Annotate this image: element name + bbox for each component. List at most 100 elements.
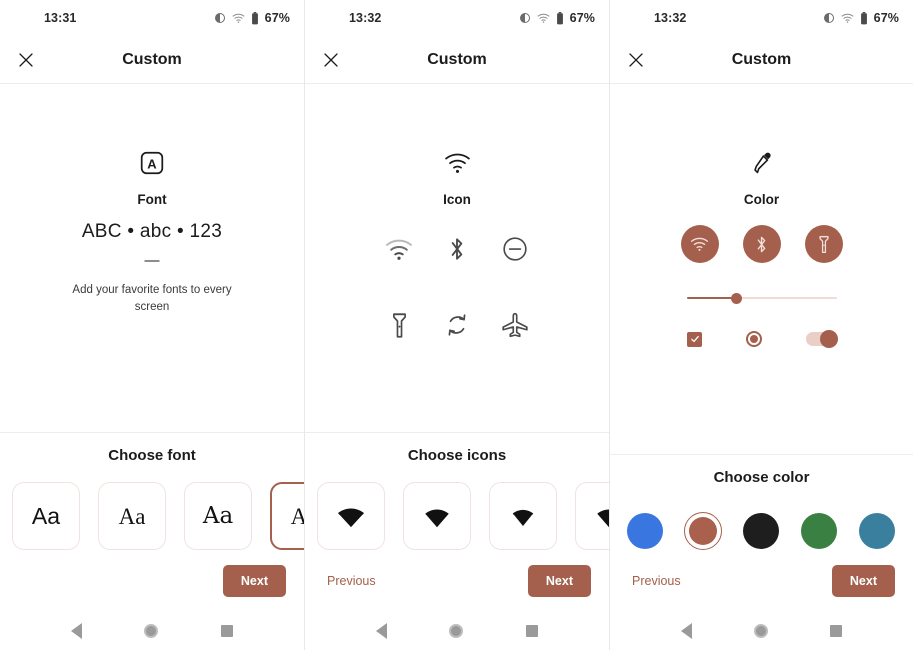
wifi-filled-icon: [512, 509, 534, 527]
panel-color-step: 13:32 67% Custom Color Choose color Prev…: [610, 0, 913, 650]
rotate-icon: [435, 303, 479, 347]
contrast-icon: [214, 13, 225, 23]
color-swatch-row[interactable]: [610, 512, 913, 550]
icon-card[interactable]: [317, 482, 385, 550]
battery-percent: 67%: [264, 11, 290, 25]
icon-card-row[interactable]: [305, 482, 609, 550]
toggle-on[interactable]: [806, 330, 838, 348]
home-icon[interactable]: [144, 624, 159, 638]
battery-percent: 67%: [873, 11, 899, 25]
svg-text:A: A: [147, 156, 157, 171]
wifi-filled-icon: [425, 509, 449, 527]
chip-wifi: [680, 225, 719, 263]
previous-button[interactable]: Previous: [323, 566, 380, 596]
app-bar: Custom: [610, 36, 913, 84]
next-button[interactable]: Next: [831, 565, 895, 597]
check-icon: [690, 335, 699, 343]
bluetooth-icon: [435, 227, 479, 271]
font-preview-stage: A Font ABC • abc • 123 — Add your favori…: [0, 84, 304, 433]
bluetooth-icon: [757, 236, 766, 252]
font-card[interactable]: Aa: [12, 482, 80, 550]
color-slider[interactable]: [686, 289, 837, 307]
android-nav-bar: [0, 612, 304, 650]
color-swatch-black[interactable]: [742, 512, 780, 550]
tray-title: Choose icons: [407, 447, 507, 464]
font-sample-text: ABC • abc • 123: [81, 221, 223, 242]
close-icon: [324, 52, 338, 67]
recents-icon[interactable]: [525, 625, 538, 637]
sample-divider: —: [144, 252, 160, 269]
close-icon: [629, 52, 643, 67]
icon-card[interactable]: [575, 482, 609, 550]
status-indicators: 67%: [519, 11, 595, 25]
close-button[interactable]: [309, 38, 353, 82]
font-card-label: Aa: [31, 502, 61, 529]
font-card-row[interactable]: Aa Aa Aa Aa: [0, 482, 304, 550]
status-bar: 13:32 67%: [305, 0, 609, 36]
icon-card[interactable]: [403, 482, 471, 550]
wifi-icon: [444, 146, 471, 180]
color-swatch-teal[interactable]: [858, 512, 896, 550]
close-icon: [19, 52, 33, 67]
font-card-label: Aa: [291, 505, 304, 528]
font-picker-tray: Choose font Aa Aa Aa Aa: [0, 433, 304, 550]
close-button[interactable]: [4, 38, 48, 82]
font-card-label: Aa: [118, 503, 146, 529]
status-time: 13:31: [44, 11, 77, 25]
status-indicators: 67%: [214, 11, 290, 25]
font-card-label: Aa: [202, 502, 234, 529]
eyedropper-icon: [749, 146, 775, 180]
stage-label: Color: [743, 192, 780, 207]
slider-thumb[interactable]: [730, 292, 742, 304]
radio-selected[interactable]: [746, 331, 762, 347]
color-chip-row: [680, 225, 843, 263]
home-icon[interactable]: [754, 624, 768, 638]
back-icon[interactable]: [376, 623, 388, 639]
step-footer: Previous Next: [610, 550, 913, 612]
wifi-icon: [690, 237, 709, 251]
radio-dot: [750, 335, 758, 343]
status-bar: 13:32 67%: [610, 0, 913, 36]
next-button[interactable]: Next: [222, 565, 286, 597]
app-bar: Custom: [305, 36, 609, 84]
android-nav-bar: [305, 612, 609, 650]
control-sample-row: [687, 330, 838, 348]
chip-flashlight: [804, 225, 843, 263]
back-icon[interactable]: [681, 623, 692, 639]
font-card[interactable]: Aa: [184, 482, 252, 550]
home-icon[interactable]: [449, 624, 464, 638]
font-card-selected[interactable]: Aa: [270, 482, 304, 550]
battery-icon: [556, 11, 563, 24]
font-card[interactable]: Aa: [98, 482, 166, 550]
flashlight-icon: [377, 303, 421, 347]
wifi-filled-icon: [338, 508, 364, 528]
color-preview-stage: Color: [610, 84, 913, 455]
tray-title: Choose font: [108, 447, 196, 464]
back-icon[interactable]: [71, 623, 83, 639]
checkbox-checked[interactable]: [687, 331, 702, 347]
status-indicators: 67%: [823, 11, 899, 25]
android-nav-bar: [610, 612, 913, 650]
battery-icon: [860, 11, 867, 24]
icon-picker-tray: Choose icons: [305, 433, 609, 550]
previous-button[interactable]: Previous: [628, 566, 685, 596]
color-picker-tray: Choose color: [610, 455, 913, 550]
color-swatch-blue[interactable]: [626, 512, 664, 550]
icon-card[interactable]: [489, 482, 557, 550]
close-button[interactable]: [614, 38, 658, 82]
slider-fill: [686, 297, 736, 299]
do-not-disturb-icon: [493, 227, 537, 271]
color-swatch-brown-selected[interactable]: [684, 512, 722, 550]
recents-icon[interactable]: [830, 625, 842, 637]
recents-icon[interactable]: [220, 625, 233, 637]
font-caption: Add your favorite fonts to every screen: [72, 284, 232, 313]
font-letter-a-icon: A: [139, 146, 165, 180]
selection-ring: [684, 512, 722, 550]
next-button[interactable]: Next: [527, 565, 591, 597]
color-swatch-green[interactable]: [800, 512, 838, 550]
stage-label: Icon: [443, 192, 471, 207]
wifi-icon: [841, 13, 854, 23]
battery-icon: [251, 11, 258, 24]
battery-percent: 67%: [569, 11, 595, 25]
contrast-icon: [823, 13, 834, 23]
